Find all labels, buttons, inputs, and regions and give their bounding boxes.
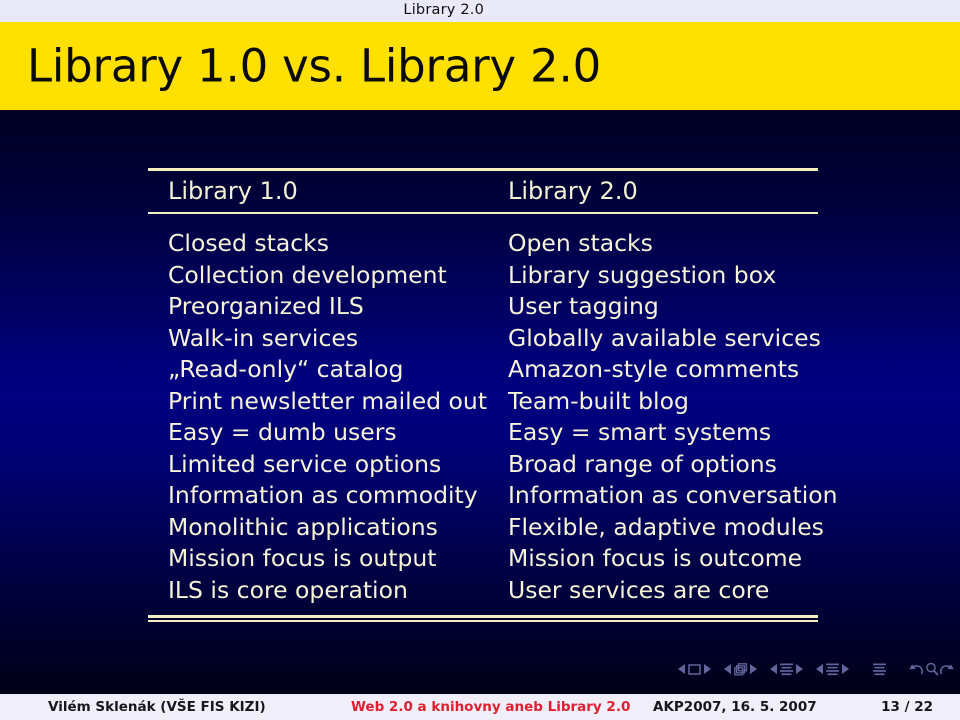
table-row: Walk-in services Globally available serv… [148,323,821,355]
table-row: Mission focus is output Mission focus is… [148,543,818,575]
table-cell-library-2: Open stacks [508,229,653,257]
footer-event: AKP2007, 16. 5. 2007 [653,699,817,715]
table-cell-library-2: Flexible, adaptive modules [508,512,824,541]
history-navigation-group[interactable] [909,661,954,677]
table-body: Closed stacks Open stacks Collection dev… [148,214,838,607]
comparison-table: Library 1.0 Library 2.0 Closed stacks Op… [148,168,838,622]
table-row: Print newsletter mailed out Team-built b… [148,386,818,418]
table-cell-library-1: Limited service options [168,449,442,478]
table-cell-library-1: Information as commodity [168,481,478,509]
table-cell-library-2: Team-built blog [508,386,689,415]
table-cell-library-1: Collection development [168,260,447,289]
subsection-icon[interactable] [779,661,794,677]
frame-navigation-group[interactable] [723,661,758,677]
table-row: Information as commodity Information as … [148,480,838,512]
slide-icon[interactable] [687,661,702,677]
frames-icon[interactable] [733,661,748,677]
table-cell-library-2: Mission focus is outcome [508,544,803,572]
table-row: Collection development Library suggestio… [148,260,818,292]
table-cell-library-2: Library suggestion box [508,260,777,289]
table-header-row: Library 1.0 Library 2.0 [148,171,818,212]
back-icon[interactable] [909,661,924,677]
table-row: Preorganized ILS User tagging [148,291,818,323]
next-slide-icon[interactable] [702,662,712,676]
table-row: Closed stacks Open stacks [148,228,818,260]
table-cell-library-1: Closed stacks [168,229,330,257]
table-cell-library-2: User services are core [508,575,770,604]
table-cell-library-2: User tagging [508,292,659,320]
table-cell-library-1: Walk-in services [168,323,359,352]
table-rule-bottom-secondary [148,620,818,622]
beamer-navigation-bar[interactable] [666,656,954,682]
headline-bar: Library 2.0 [0,0,960,22]
table-cell-library-1: Mission focus is output [168,544,437,572]
title-band: Library 1.0 vs. Library 2.0 [0,22,960,110]
slide-footer: Vilém Sklenák (VŠE FIS KIZI) Web 2.0 a k… [0,694,960,720]
table-cell-library-2: Amazon-style comments [508,355,800,383]
table-row: ILS is core operation User services are … [148,575,818,607]
next-section-icon[interactable] [840,662,850,676]
table-header-library-2: Library 2.0 [508,177,638,205]
table-cell-library-2: Globally available services [508,323,821,352]
table-cell-library-2: Information as conversation [508,481,838,509]
table-cell-library-1: „Read-only“ catalog [168,355,404,383]
slide-title: Library 1.0 vs. Library 2.0 [27,39,602,93]
next-subsection-icon[interactable] [794,662,804,676]
subsection-navigation-group[interactable] [769,661,804,677]
previous-frame-icon[interactable] [723,662,733,676]
table-cell-library-1: Print newsletter mailed out [168,386,488,415]
previous-section-icon[interactable] [815,662,825,676]
presentation-slide: Library 2.0 Library 1.0 vs. Library 2.0 … [0,0,960,720]
table-rule-bottom [148,615,818,618]
table-cell-library-2: Easy = smart systems [508,418,772,446]
slide-body: Library 1.0 Library 2.0 Closed stacks Op… [0,110,960,694]
table-cell-library-1: Monolithic applications [168,512,438,541]
section-icon[interactable] [825,661,840,677]
table-row: Limited service options Broad range of o… [148,449,818,481]
document-icon[interactable] [872,661,887,677]
footer-talk-title: Web 2.0 a knihovny aneb Library 2.0 [351,699,631,715]
previous-slide-icon[interactable] [677,662,687,676]
search-icon[interactable] [924,661,939,677]
table-cell-library-1: Easy = dumb users [168,418,397,446]
headline-title: Library 2.0 [403,2,484,18]
next-frame-icon[interactable] [748,662,758,676]
table-cell-library-1: ILS is core operation [168,575,408,604]
slide-navigation-group[interactable] [677,661,712,677]
footer-page-number: 13 / 22 [881,699,933,715]
table-cell-library-1: Preorganized ILS [168,292,364,320]
table-row: „Read-only“ catalog Amazon-style comment… [148,354,818,386]
section-navigation-group[interactable] [815,661,850,677]
forward-icon[interactable] [939,661,954,677]
previous-subsection-icon[interactable] [769,662,779,676]
table-row: Monolithic applications Flexible, adapti… [148,512,824,544]
table-header-library-1: Library 1.0 [168,177,298,205]
document-navigation-group[interactable] [872,661,887,677]
table-row: Easy = dumb users Easy = smart systems [148,417,818,449]
table-cell-library-2: Broad range of options [508,449,777,478]
footer-author: Vilém Sklenák (VŠE FIS KIZI) [48,699,266,715]
